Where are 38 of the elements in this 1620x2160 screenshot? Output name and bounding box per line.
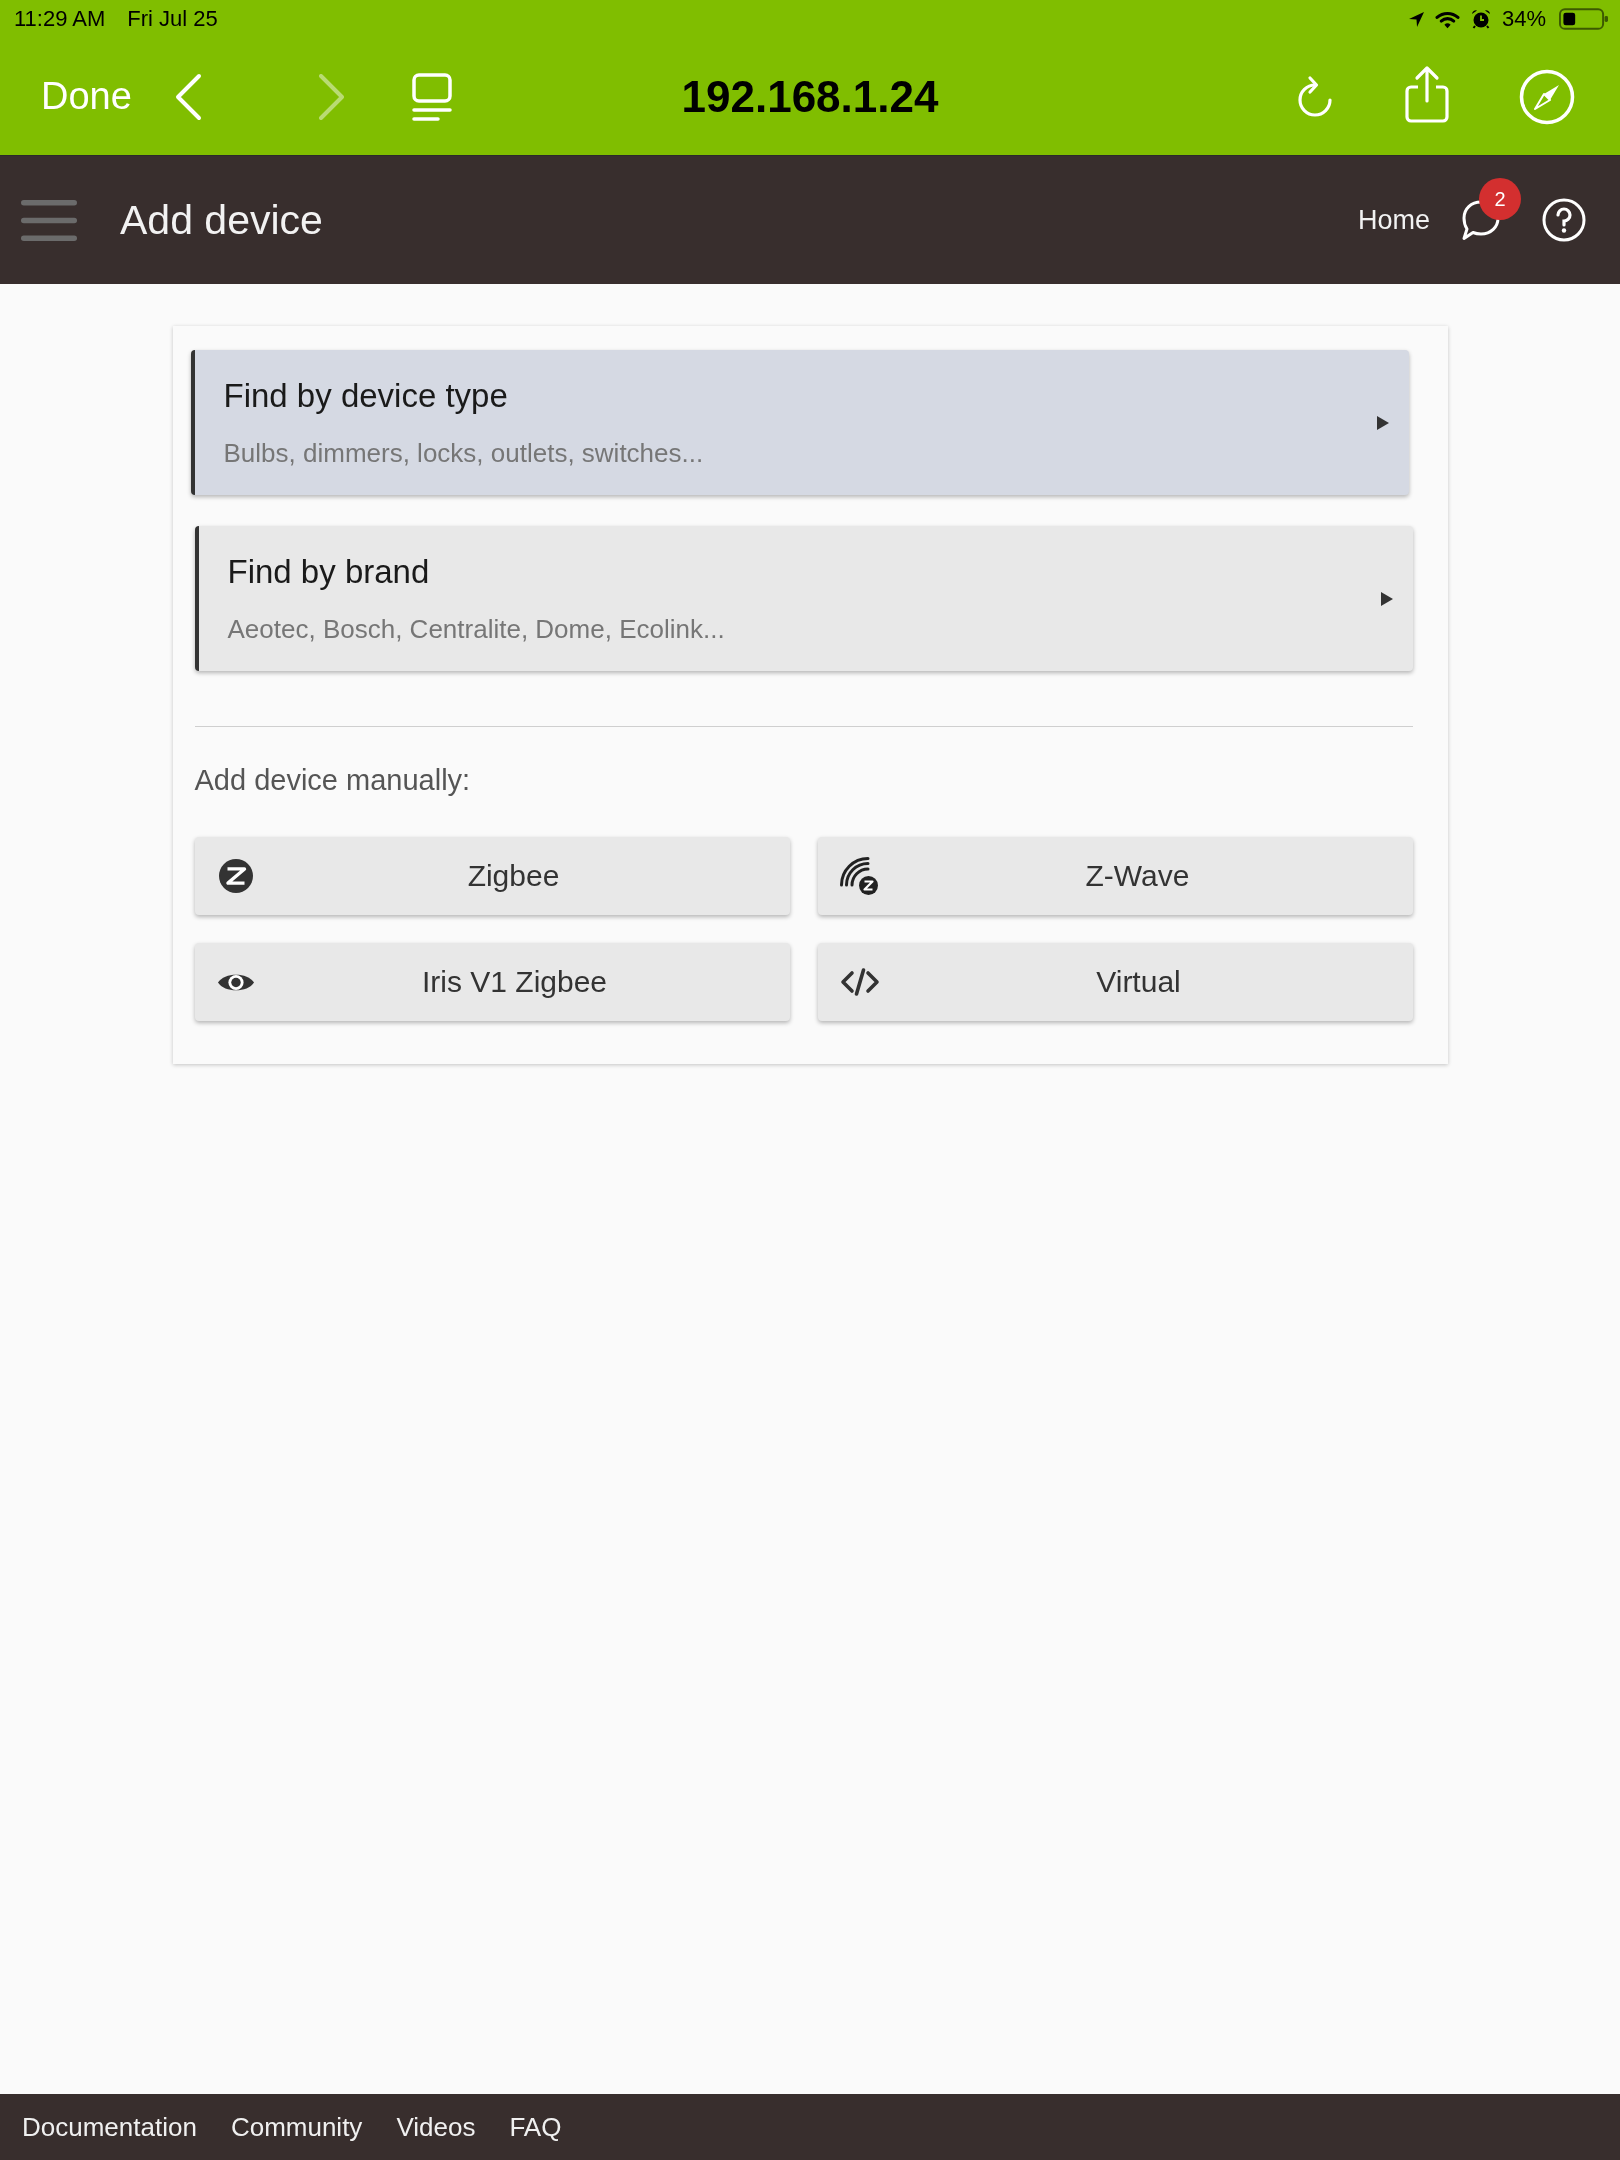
footer-link[interactable]: Community: [230, 2111, 363, 2143]
caret-icon: [1380, 591, 1393, 606]
alarm-clock-icon: [1470, 9, 1491, 29]
location-arrow-icon: [1408, 11, 1424, 27]
menu-icon[interactable]: [21, 199, 77, 241]
page-title: Add device: [120, 196, 323, 244]
home-link[interactable]: Home: [1357, 204, 1430, 236]
add-device-button[interactable]: Zigbee: [194, 837, 790, 915]
status-time: 11:29 AM: [14, 6, 106, 32]
find-option-card[interactable]: Find by brand Aeotec, Bosch, Centralite, Dome, Ecolink...: [194, 526, 1413, 671]
help-icon[interactable]: [1542, 198, 1586, 242]
battery-icon: [1559, 8, 1608, 30]
footer-link[interactable]: FAQ: [509, 2111, 562, 2143]
compass-icon[interactable]: [1519, 68, 1575, 125]
section-label: Add device manually:: [194, 763, 472, 797]
caret-icon: [1376, 415, 1389, 430]
add-device-button[interactable]: Iris V1 Zigbee: [194, 943, 790, 1021]
notification-badge: 2: [1479, 178, 1521, 220]
option-subtitle: Aeotec, Bosch, Centralite, Dome, Ecolink...: [227, 613, 725, 645]
add-device-button[interactable]: Z-Wave: [817, 837, 1413, 915]
card-lines-icon[interactable]: [411, 72, 452, 121]
refresh-icon[interactable]: [1295, 73, 1335, 120]
wifi-icon: [1434, 9, 1460, 29]
option-subtitle: Bulbs, dimmers, locks, outlets, switches...: [223, 437, 704, 469]
z-circle-icon: [218, 859, 253, 893]
code-icon: [839, 967, 880, 997]
add-device-button[interactable]: Virtual: [817, 943, 1413, 1021]
wireless-z-icon: [839, 857, 878, 895]
find-option-card[interactable]: Find by device type Bulbs, dimmers, locks, outlets, switches...: [190, 350, 1409, 495]
chevron-left-icon[interactable]: [173, 72, 202, 121]
option-title: Find by device type: [223, 376, 509, 416]
share-icon[interactable]: [1403, 64, 1451, 123]
footer-link[interactable]: Videos: [396, 2111, 476, 2143]
battery-percent: 34%: [1501, 6, 1546, 32]
footer-link[interactable]: Documentation: [22, 2111, 197, 2143]
url-text[interactable]: 192.168.1.24: [681, 71, 939, 122]
status-date: Fri Jul 25: [127, 6, 218, 32]
option-title: Find by brand: [227, 552, 431, 592]
